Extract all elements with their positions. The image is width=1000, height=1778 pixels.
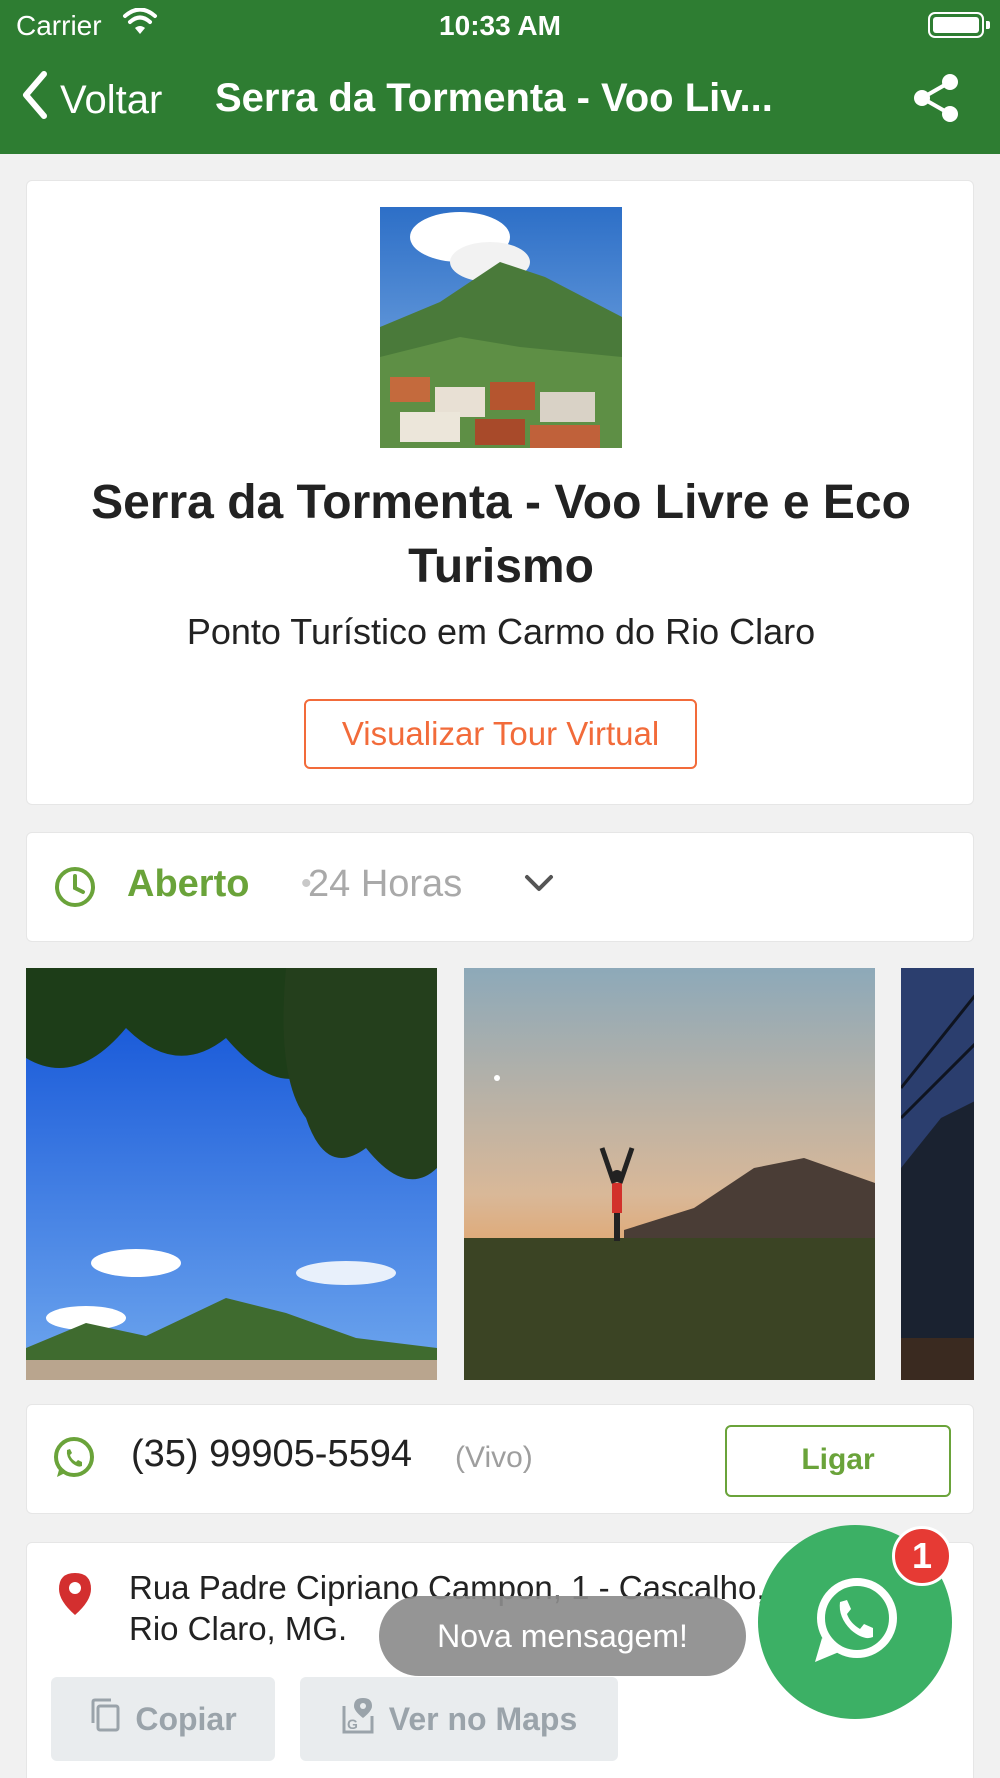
status-bar: Carrier 10:33 AM [0,0,1000,50]
photo-gallery[interactable] [26,968,974,1380]
whatsapp-icon [51,1435,97,1486]
call-button[interactable]: Ligar [725,1425,951,1497]
virtual-tour-button[interactable]: Visualizar Tour Virtual [304,699,697,769]
navigation-bar: Voltar Serra da Tormenta - Voo Liv... [0,60,1000,140]
chevron-left-icon [20,70,50,130]
gallery-photo[interactable] [464,968,875,1380]
svg-text:G: G [347,1716,358,1732]
back-button[interactable]: Voltar [20,70,162,130]
phone-carrier: (Vivo) [455,1441,533,1474]
gallery-photo[interactable] [901,968,974,1380]
chevron-down-icon[interactable] [523,873,555,900]
contact-card: (35) 99905-5594 (Vivo) Ligar [26,1404,974,1514]
place-name: Serra da Tormenta - Voo Livre e Eco Turi… [91,476,911,593]
unread-count-badge: 1 [892,1526,952,1586]
place-logo-image [380,207,622,448]
copy-label: Copiar [135,1700,237,1737]
map-pin-icon [57,1571,93,1622]
gallery-photo[interactable] [26,968,437,1380]
copy-icon [89,1697,121,1741]
clock-icon [53,865,97,914]
place-category: Ponto Turístico em Carmo do Rio Claro [186,611,816,652]
hours-schedule: 24 Horas [308,863,463,905]
open-maps-button[interactable]: G Ver no Maps [300,1677,618,1761]
share-icon[interactable] [912,72,960,129]
whatsapp-icon [807,1572,903,1673]
back-label: Voltar [60,77,163,122]
place-header-card: Serra da Tormenta - Voo Livre e Eco Turi… [26,180,974,805]
battery-icon [928,12,990,38]
opening-hours-card[interactable]: Aberto • 24 Horas [26,832,974,942]
page-title: Serra da Tormenta - Voo Liv... [215,76,773,120]
top-bar: Carrier 10:33 AM Voltar Serra da Torment… [0,0,1000,154]
phone-number: (35) 99905-5594 [131,1433,412,1475]
open-status: Aberto [127,863,250,905]
map-icon: G [341,1696,375,1742]
new-message-toast: Nova mensagem! [379,1596,746,1676]
clock-time: 10:33 AM [439,10,561,41]
copy-address-button[interactable]: Copiar [51,1677,275,1761]
maps-label: Ver no Maps [388,1700,578,1737]
